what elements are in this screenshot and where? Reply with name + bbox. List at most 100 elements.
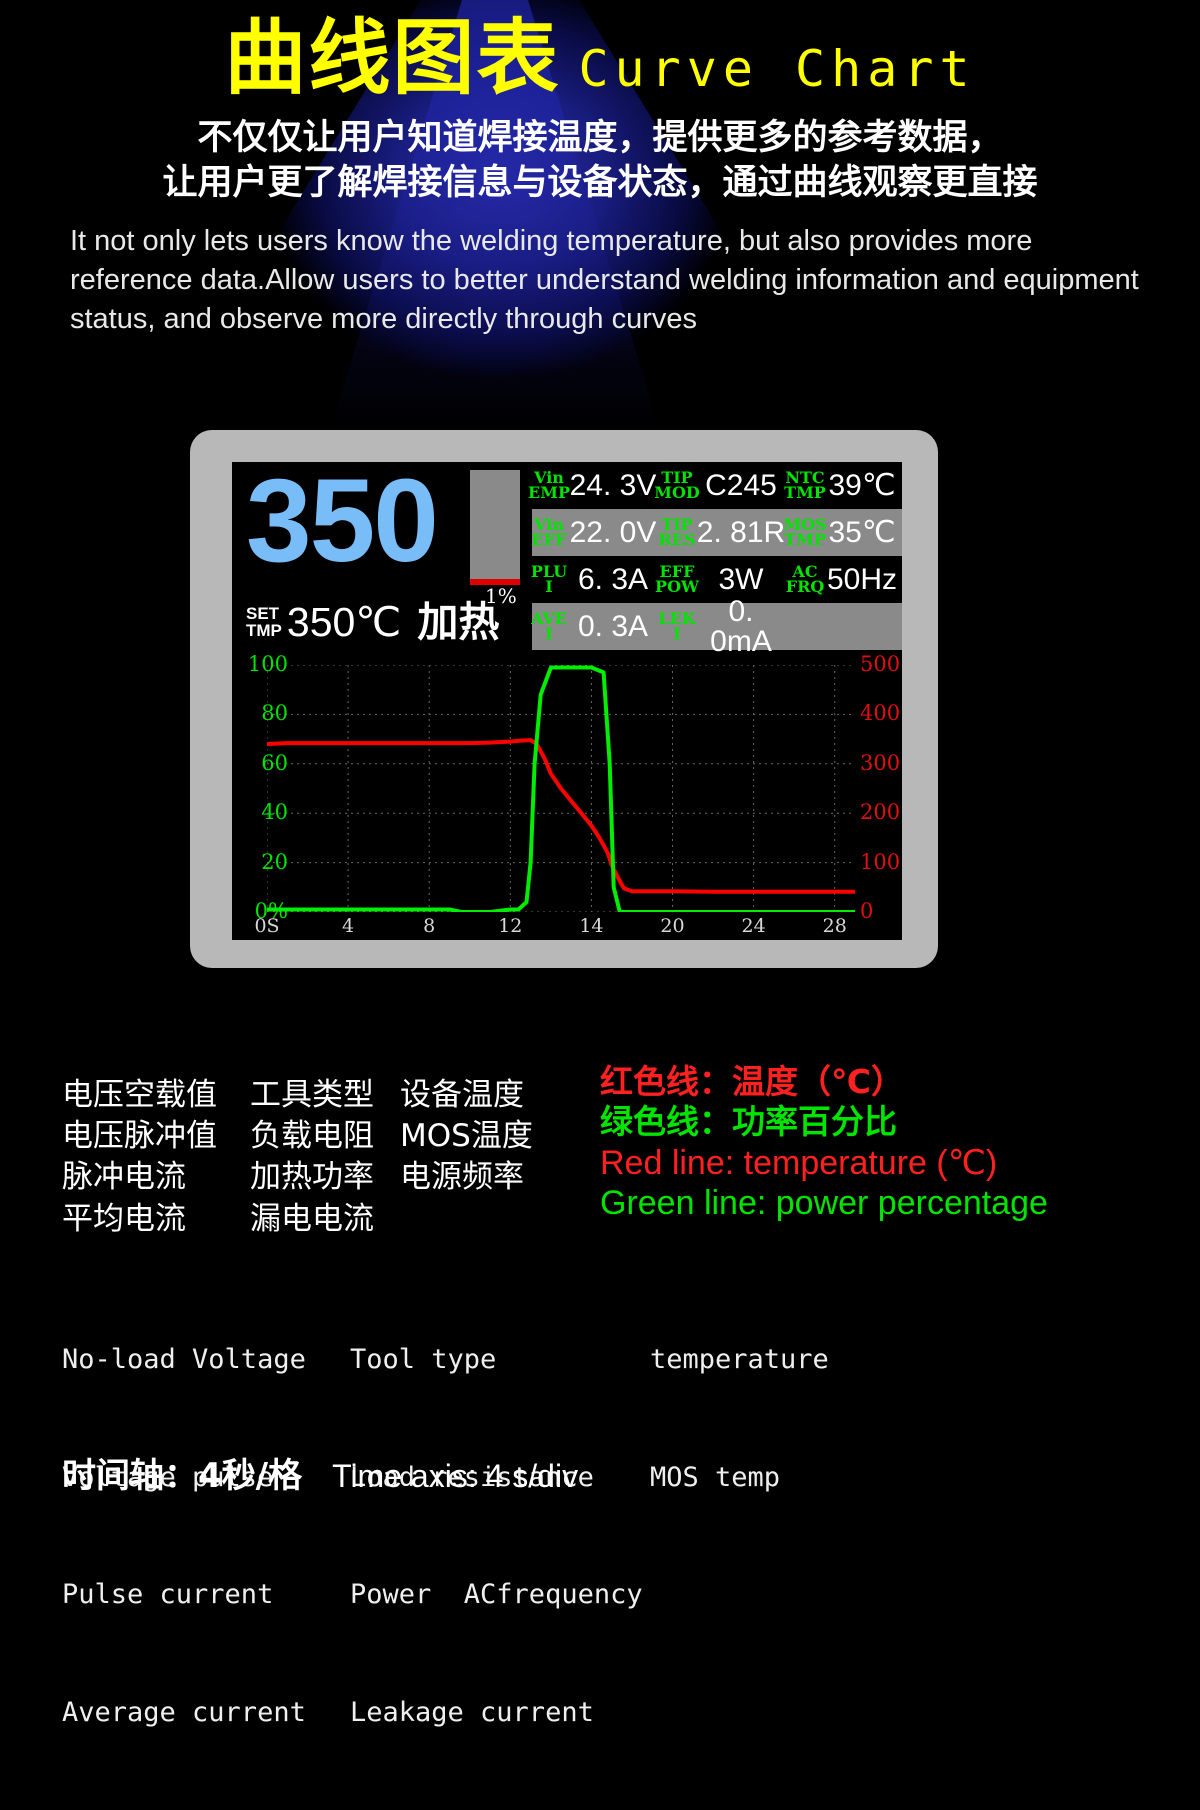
telemetry-key: Vin EMP <box>528 469 570 500</box>
chart-left-tick-label: 100 <box>247 652 288 676</box>
chart-x-tick-label: 0S <box>254 915 280 937</box>
legend-en-cell: temperature <box>650 1344 829 1376</box>
legend-cn-table: 电压空载值 工具类型 设备温度 电压脉冲值 负载电阻 MOS温度 脉冲电流 加热… <box>62 1075 590 1240</box>
list-item: No-load Voltage Tool type temperature <box>62 1340 950 1379</box>
legend-en-cell: Pulse current <box>62 1579 274 1611</box>
legend-cn-cell: 负载电阻 <box>250 1118 374 1155</box>
telemetry-value: 3W <box>718 562 764 596</box>
telemetry-key: TIP MOD <box>654 469 700 500</box>
subtitle-cn-line1: 不仅仅让用户知道焊接温度，提供更多的参考数据， <box>197 118 1003 158</box>
telemetry-key-line2: MOD <box>654 482 700 502</box>
telemetry-cell-vin-emp: Vin EMP 24. 3V <box>528 468 660 502</box>
telemetry-key-line2: TMP <box>784 482 826 502</box>
telemetry-key-line2: I <box>545 623 553 643</box>
chart-left-tick-label: 80 <box>261 701 288 726</box>
legend-en-cell <box>650 1575 950 1614</box>
device-bezel: 350 1% SET TMP 350℃ 加热 Vin EMP 24. 3V TI… <box>190 430 938 968</box>
telemetry-key: TIP RES <box>658 516 696 549</box>
telemetry-key-line2: I <box>545 576 553 596</box>
legend-en-cell: MOS temp <box>650 1461 781 1493</box>
chart-right-tick-label: 400 <box>860 701 901 726</box>
legend-cn-cell: 脉冲电流 <box>62 1159 186 1196</box>
chart-right-tick-label: 500 <box>860 652 901 676</box>
chart-x-tick-label: 4 <box>342 915 355 937</box>
chart-x-tick-label: 28 <box>822 915 847 937</box>
line-legend-en-red: Red line: temperature (℃) <box>600 1143 998 1182</box>
legend-cn-cell: 工具类型 <box>250 1077 374 1113</box>
legend-en-cell: Tool type <box>350 1344 497 1376</box>
telemetry-value: 22. 0V <box>569 515 657 549</box>
telemetry-cell-lek-i: LEK I 0. 0mA <box>658 594 788 658</box>
chart-left-tick-label: 20 <box>261 849 288 874</box>
telemetry-cell-tip-res: TIP RES 2. 81R <box>658 515 788 549</box>
chart-x-tick-label: 24 <box>741 915 766 937</box>
page-title: 曲线图表 Curve Chart <box>0 0 1200 100</box>
legend-cn-cell: 加热功率 <box>250 1159 374 1196</box>
telemetry-table: Vin EMP 24. 3V TIP MOD C245 NTC TMP 39℃ … <box>528 462 902 656</box>
subtitle-cn-line2: 让用户更了解焊接信息与设备状态，通过曲线观察更直接 <box>162 162 1038 203</box>
telemetry-key: MOS TMP <box>783 516 826 547</box>
page-root: 曲线图表 Curve Chart 不仅仅让用户知道焊接温度，提供更多的参考数据，… <box>0 0 1200 1728</box>
telemetry-cell-plu-i: PLU I 6. 3A <box>531 562 660 596</box>
telemetry-key: EFF POW <box>655 563 699 594</box>
set-temp-label: SET TMP <box>246 603 282 640</box>
telemetry-value: 24. 3V <box>569 468 657 502</box>
legend-cn-cell: 电源频率 <box>400 1159 524 1196</box>
chart-x-tick-label: 12 <box>498 915 523 937</box>
list-item: Average current Leakage current <box>62 1693 950 1732</box>
legend-en-cell: Average current <box>62 1696 306 1728</box>
telemetry-key-line2: EFF <box>531 529 567 549</box>
telemetry-cell-ave-i: AVE I 0. 3A <box>531 609 660 643</box>
telemetry-value: C245 <box>705 468 777 502</box>
line-legend-en-green: Green line: power percentage <box>600 1184 1048 1223</box>
set-temp-label-line2: TMP <box>246 620 282 640</box>
chart-series-line <box>265 738 857 894</box>
chart-x-tick-label: 14 <box>579 915 604 937</box>
telemetry-key: AVE I <box>531 610 567 643</box>
table-row: Vin EFF 22. 0V TIP RES 2. 81R MOS TMP 35… <box>532 509 902 556</box>
telemetry-cell-vin-eff: Vin EFF 22. 0V <box>531 515 660 549</box>
telemetry-cell-ac-frq: AC FRQ 50Hz <box>786 563 902 595</box>
legend-cn-cell: 电压脉冲值 <box>62 1118 217 1155</box>
chart-right-tick-label: 100 <box>860 849 901 874</box>
chart-x-tick-label: 20 <box>660 915 685 937</box>
chart-plot-area <box>265 664 857 914</box>
telemetry-key: PLU I <box>531 563 567 596</box>
telemetry-cell-tip-mod: TIP MOD C245 <box>654 468 788 502</box>
table-row: AVE I 0. 3A LEK I 0. 0mA <box>531 596 902 656</box>
chart-right-tick-label: 300 <box>860 750 901 775</box>
current-temperature-readout: 350 <box>246 462 439 587</box>
legend-cn-cell: 平均电流 <box>62 1200 186 1237</box>
legend-cn-cell: 设备温度 <box>400 1077 524 1113</box>
legend-en-cell: Power ACfrequency <box>350 1579 643 1611</box>
page-title-cn: 曲线图表 <box>224 11 561 106</box>
power-bar-gauge <box>470 470 520 585</box>
subtitle-en: It not only lets users know the welding … <box>70 224 1139 336</box>
telemetry-key: NTC TMP <box>784 469 826 500</box>
legend-en-table: No-load Voltage Tool type temperature Vo… <box>62 1262 950 1810</box>
chart-right-tick-label: 200 <box>860 800 901 825</box>
telemetry-key: Vin EFF <box>531 516 567 549</box>
legend-cn-cell: 漏电电流 <box>250 1200 374 1237</box>
telemetry-value: 0. 0mA <box>710 594 772 658</box>
chart-svg <box>265 664 857 914</box>
telemetry-key-line2: I <box>673 623 681 643</box>
line-legend: 红色线：温度（℃） 绿色线：功率百分比 Red line: temperatur… <box>600 1062 1048 1224</box>
table-row: Vin EMP 24. 3V TIP MOD C245 NTC TMP 39℃ <box>528 462 902 509</box>
telemetry-key-line2: EMP <box>528 482 570 502</box>
line-legend-cn-green: 绿色线：功率百分比 <box>600 1102 897 1142</box>
telemetry-cell-eff-pow: EFF POW 3W <box>655 562 788 596</box>
curve-chart: 0% 20 40 60 80 100 0 100 200 300 400 500 0S 4 8 12 14 2… <box>232 652 902 940</box>
list-item: Pulse current Power ACfrequency <box>62 1575 950 1614</box>
telemetry-key-line2: POW <box>655 576 699 596</box>
telemetry-key: LEK I <box>658 610 695 643</box>
telemetry-value: 2. 81R <box>696 515 786 549</box>
telemetry-value: 0. 3A <box>577 609 649 643</box>
legend-en-cell <box>650 1693 950 1732</box>
legend-en-cell: Leakage current <box>350 1696 594 1728</box>
list-item: 电压脉冲值 负载电阻 MOS温度 <box>62 1116 590 1157</box>
set-temp-value: 350℃ <box>286 599 402 645</box>
set-temp-label-line1: SET <box>246 603 280 623</box>
telemetry-value: 6. 3A <box>577 562 649 596</box>
telemetry-key-line2: RES <box>658 529 696 549</box>
